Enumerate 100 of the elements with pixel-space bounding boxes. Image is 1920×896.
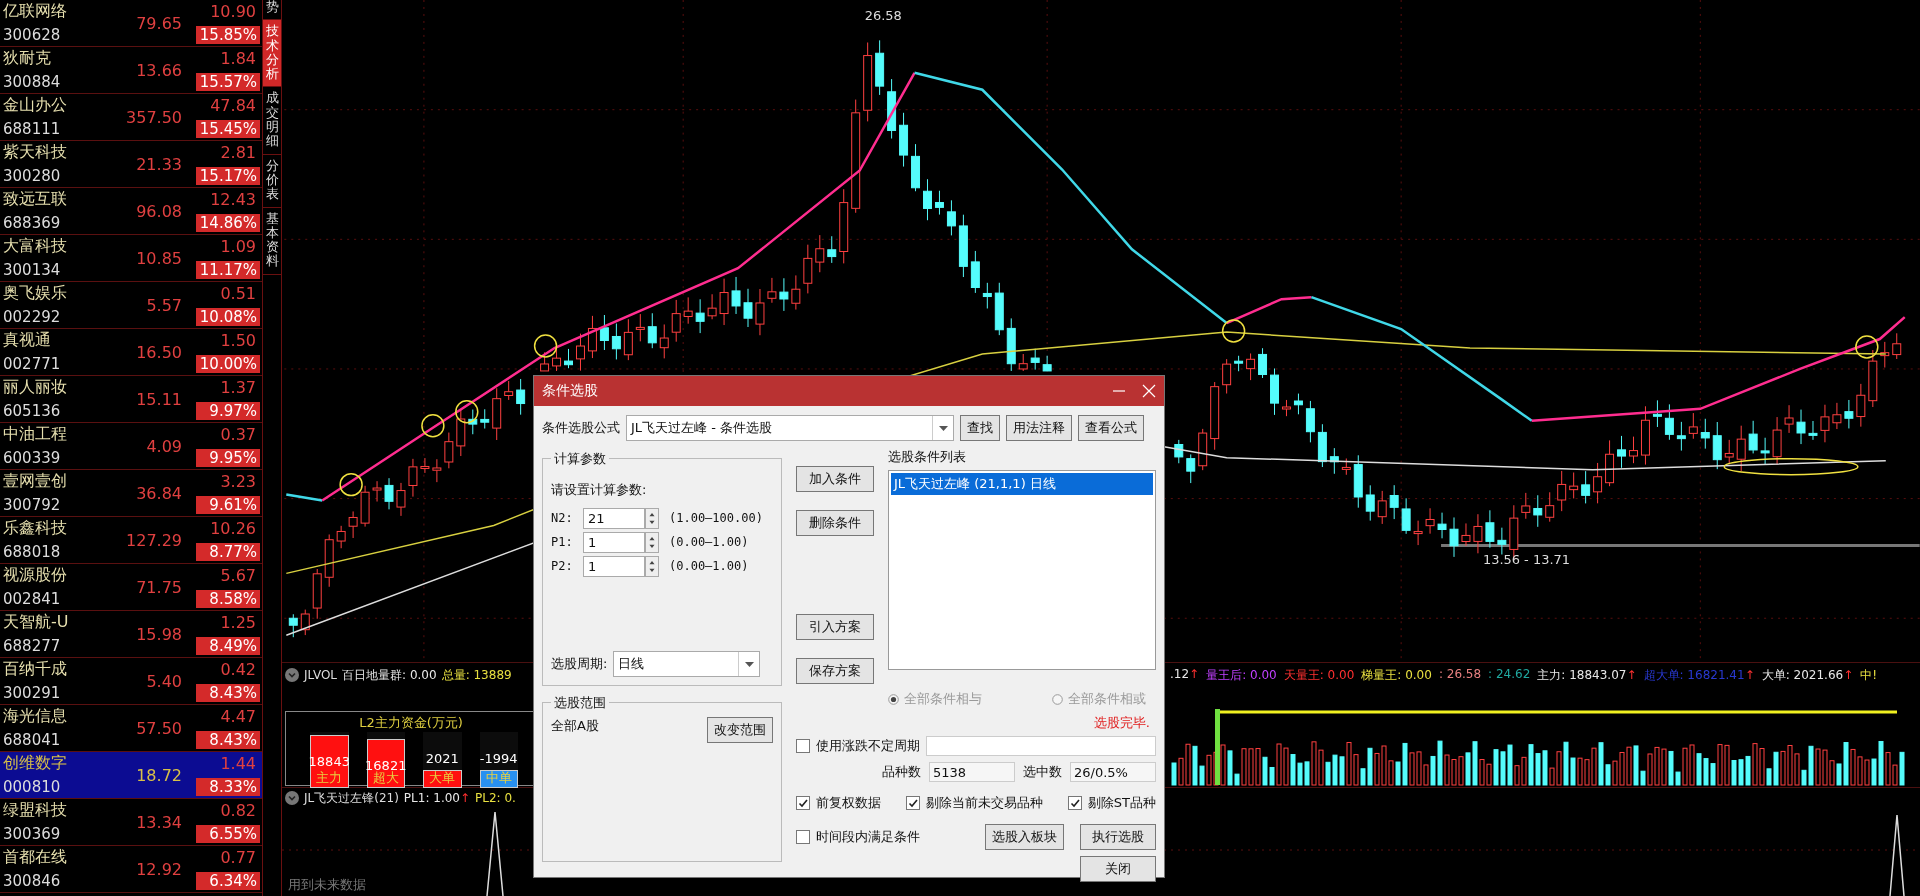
stock-row[interactable]: 首都在线 300846 12.92 0.77 6.34% — [0, 846, 262, 893]
candle — [1557, 470, 1567, 512]
side-tab[interactable]: 基本资料 — [263, 207, 281, 275]
stock-row[interactable]: 大富科技 300134 10.85 1.09 11.17% — [0, 235, 262, 282]
dialog-button[interactable]: 选股入板块 — [985, 824, 1064, 850]
stock-code: 300628 — [3, 25, 62, 44]
number-field[interactable]: 1 — [583, 531, 645, 553]
percent-change: 9.95% — [196, 448, 260, 467]
dialog-button[interactable]: 查找 — [960, 415, 1000, 441]
stock-row[interactable]: 致远互联 688369 96.08 12.43 14.86% — [0, 188, 262, 235]
stock-price: 16.50 — [135, 342, 182, 362]
candle — [1640, 405, 1650, 466]
stock-row[interactable]: 天智航-U 688277 15.98 1.25 8.49% — [0, 611, 262, 658]
checkbox[interactable] — [796, 830, 810, 844]
candle — [1234, 355, 1244, 372]
price-change: 1.09 — [219, 237, 257, 256]
group-title: 选股范围 — [551, 694, 609, 712]
candle — [1700, 418, 1710, 450]
param-name: N2: — [551, 511, 574, 525]
number-field[interactable]: 21 — [583, 507, 645, 529]
candle — [635, 313, 645, 342]
stock-row[interactable]: 金山办公 688111 357.50 47.84 15.45% — [0, 94, 262, 141]
candle — [695, 298, 705, 334]
candle — [384, 477, 394, 510]
stock-name: 紫天科技 — [3, 142, 68, 163]
stock-row[interactable]: 视源股份 002841 71.75 5.67 8.58% — [0, 564, 262, 611]
candle — [958, 214, 968, 278]
price-change: 3.23 — [219, 472, 257, 491]
percent-change: 6.34% — [196, 871, 260, 890]
checkbox[interactable] — [905, 796, 920, 810]
candle — [468, 409, 478, 435]
stock-price: 36.84 — [135, 483, 182, 503]
stock-code: 300280 — [3, 166, 62, 185]
stock-row[interactable]: 丽人丽妆 605136 15.11 1.37 9.97% — [0, 376, 262, 423]
candle — [911, 143, 920, 192]
period-field[interactable] — [926, 736, 1156, 756]
stock-row[interactable]: 乐鑫科技 688018 127.29 10.26 8.77% — [0, 517, 262, 564]
spin-button[interactable] — [645, 531, 659, 553]
checkbox[interactable] — [1067, 796, 1082, 810]
candle — [743, 288, 753, 328]
side-tab[interactable]: 成交明细 — [263, 87, 281, 155]
stock-row[interactable]: 百纳千成 300291 5.40 0.42 8.43% — [0, 658, 262, 705]
chevron-icon[interactable] — [285, 668, 299, 683]
stock-code: 002292 — [3, 307, 62, 326]
close-button[interactable]: 关闭 — [1080, 856, 1156, 882]
candle — [1246, 352, 1256, 381]
stock-price: 12.92 — [135, 859, 182, 879]
condition-item[interactable]: JL飞天过左峰 (21,1,1) 日线 — [891, 473, 1153, 495]
stock-price: 4.09 — [145, 436, 182, 456]
candle — [1796, 409, 1806, 445]
candle — [1868, 349, 1878, 408]
stock-name: 绿盟科技 — [3, 800, 68, 821]
stock-row[interactable]: 真视通 002771 16.50 1.50 10.00% — [0, 329, 262, 376]
fund-label: 大单 — [428, 769, 457, 788]
stock-row[interactable]: 创维数字 000810 18.72 1.44 8.33% — [0, 752, 262, 799]
candle — [1581, 470, 1591, 504]
stock-name: 创维数字 — [3, 753, 68, 774]
candle — [815, 234, 825, 273]
spin-button[interactable] — [645, 555, 659, 577]
stock-row[interactable]: 亿联网络 300628 79.65 10.90 15.85% — [0, 0, 262, 47]
dialog-button[interactable]: 引入方案 — [796, 614, 874, 640]
stock-name: 壹网壹创 — [3, 471, 68, 492]
number-field[interactable]: 1 — [583, 555, 645, 577]
range-value: 全部A股 — [551, 717, 599, 735]
stock-row[interactable]: 壹网壹创 300792 36.84 3.23 9.61% — [0, 470, 262, 517]
dialog-button[interactable]: 用法注释 — [1006, 415, 1072, 441]
stock-row[interactable]: 绿盟科技 300369 13.34 0.82 6.55% — [0, 799, 262, 846]
price-change: 5.67 — [219, 566, 257, 585]
change-range-button[interactable]: 改变范围 — [707, 717, 773, 743]
formula-dropdown[interactable]: JL飞天过左峰 - 条件选股 — [626, 415, 954, 441]
stock-price: 79.65 — [135, 13, 182, 33]
percent-change: 11.17% — [196, 260, 260, 279]
candle — [300, 609, 310, 636]
dialog-button[interactable]: 查看公式 — [1078, 415, 1144, 441]
stock-price: 5.40 — [145, 671, 182, 691]
stock-row[interactable]: 中油工程 600339 4.09 0.37 9.95% — [0, 423, 262, 470]
stock-row[interactable]: 奥飞娱乐 002292 5.57 0.51 10.08% — [0, 282, 262, 329]
dialog-button[interactable]: 保存方案 — [796, 658, 874, 684]
dialog-button[interactable]: 加入条件 — [796, 466, 874, 492]
dialog-button[interactable]: 删除条件 — [796, 510, 874, 536]
period-dropdown[interactable]: 日线 — [613, 651, 761, 677]
spin-button[interactable] — [645, 507, 659, 529]
chevron-icon[interactable] — [285, 791, 299, 806]
stock-row[interactable]: 紫天科技 300280 21.33 2.81 15.17% — [0, 141, 262, 188]
stock-name: 天智航-U — [3, 612, 70, 633]
count-field: 26/0.5% — [1070, 762, 1156, 782]
side-tab[interactable]: 技术分析 — [263, 20, 281, 88]
close-icon[interactable] — [1142, 384, 1156, 398]
candle — [1724, 439, 1734, 465]
side-tab[interactable]: 分价表 — [263, 154, 281, 208]
candle — [875, 39, 885, 96]
candle — [827, 235, 837, 264]
stock-row[interactable]: 狄耐克 300884 13.66 1.84 15.57% — [0, 47, 262, 94]
candle — [492, 387, 502, 441]
checkbox[interactable] — [796, 739, 810, 753]
dialog-button[interactable]: 执行选股 — [1080, 824, 1156, 850]
checkbox[interactable] — [796, 796, 810, 810]
candle — [1258, 347, 1268, 379]
candle — [1305, 400, 1315, 443]
param-range: (1.00—100.00) — [669, 511, 763, 525]
